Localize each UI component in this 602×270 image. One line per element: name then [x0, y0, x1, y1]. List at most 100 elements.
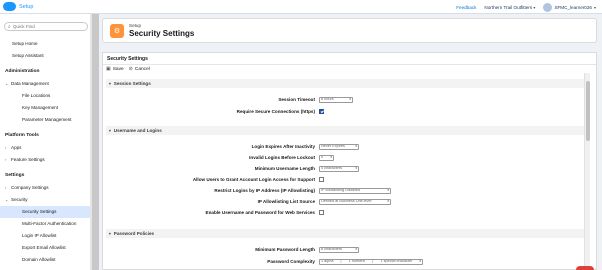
divider	[103, 64, 596, 65]
sidebar-item-label: Parameter Management	[22, 117, 72, 122]
chevron-down-icon: ▾	[387, 199, 389, 204]
sidebar-item-label: Export Email Allowlist	[22, 245, 66, 250]
select-value: 5	[321, 155, 324, 160]
field-restrict-logins: Restrict Logins by IP Address (IP Allowl…	[103, 187, 583, 196]
sidebar-header-settings: Settings	[0, 170, 92, 182]
select-value: 8 characters	[321, 247, 342, 252]
field-ip-source: IP Allowlisting List Source Defined at B…	[103, 198, 583, 207]
app-name: Setup	[19, 3, 34, 10]
sidebar-item-export-email-allowlist[interactable]: Export Email Allowlist	[0, 242, 92, 254]
field-label: Minimum Username Length	[254, 166, 315, 171]
sidebar-item-setup-assistant[interactable]: Setup Assistant	[0, 50, 92, 62]
select-value: Never Expires	[321, 144, 345, 149]
salesforce-cloud-logo[interactable]	[3, 2, 16, 11]
field-label: Minimum Password Length	[255, 247, 315, 252]
field-invalid-logins: Invalid Logins Before Lockout 5 ▾	[103, 154, 583, 163]
quick-find-box[interactable]: ⌕	[4, 22, 88, 31]
field-password-complexity: Password Complexity 1 alpha | 1 numeric …	[103, 258, 583, 267]
panel-divider	[92, 14, 99, 270]
sidebar-item-key-management[interactable]: Key Management	[0, 102, 92, 114]
login-expires-select[interactable]: Never Expires ▾	[319, 143, 359, 150]
scrollbar-thumb[interactable]	[586, 81, 590, 141]
field-label: Session Timeout	[278, 97, 315, 102]
section-username-logins[interactable]: ▼ Username and Logins	[106, 126, 584, 135]
password-complexity-select[interactable]: 1 alpha | 1 numeric | 1 special characte…	[319, 258, 423, 265]
sidebar-item-label: Domain Allowlist	[22, 257, 56, 262]
field-label: IP Allowlisting List Source	[257, 199, 315, 204]
sidebar-item-security-settings[interactable]: Security Settings	[0, 206, 92, 218]
section-title: Username and Logins	[113, 128, 162, 133]
allow-users-checkbox[interactable]	[319, 177, 324, 182]
sidebar-item-label: Platform Tools	[5, 133, 39, 138]
cancel-label: Cancel	[134, 66, 150, 72]
invalid-logins-select[interactable]: 5 ▾	[319, 154, 334, 161]
sidebar-item-label: Company Settings	[11, 185, 49, 190]
button-row: ▣ Save ⊘ Cancel	[106, 66, 150, 72]
sidebar-item-security[interactable]: ⌄ Security	[0, 194, 92, 206]
field-label: Enable Username and Password for Web Ser…	[205, 210, 315, 215]
chevron-down-icon: ▾	[355, 144, 357, 149]
sidebar-item-login-ip-allowlist[interactable]: Login IP Allowlist	[0, 230, 92, 242]
avatar	[543, 2, 553, 12]
field-login-expires: Login Expires After Inactivity Never Exp…	[103, 143, 583, 152]
enable-username-checkbox[interactable]	[319, 210, 324, 215]
page-title: Security Settings	[129, 29, 195, 38]
session-timeout-select[interactable]: 8 hours ▾	[319, 96, 353, 103]
sidebar-item-domain-allowlist[interactable]: Domain Allowlist	[0, 254, 92, 266]
section-password-policies[interactable]: ▼ Password Policies	[106, 229, 584, 238]
select-value: 8 hours	[321, 97, 334, 102]
sidebar-item-data-management[interactable]: ⌄ Data Management	[0, 78, 92, 90]
feedback-link[interactable]: Feedback	[456, 5, 476, 10]
sidebar-item-label: Apps	[11, 145, 22, 150]
save-button[interactable]: ▣ Save	[106, 66, 124, 72]
complexity-option: 1 alpha	[321, 259, 334, 264]
sidebar-header-administration: Administration	[0, 66, 92, 78]
sidebar-item-label: File Locations	[22, 93, 51, 98]
cancel-button[interactable]: ⊘ Cancel	[129, 66, 150, 72]
field-label: Restrict Logins by IP Address (IP Allowl…	[214, 188, 315, 193]
sidebar-item-company-settings[interactable]: › Company Settings	[0, 182, 92, 194]
chevron-down-icon: ▾	[355, 166, 357, 171]
require-secure-checkbox[interactable]	[319, 109, 324, 114]
sidebar-item-label: Settings	[5, 173, 25, 178]
content-scrollbar[interactable]	[584, 73, 590, 269]
field-require-secure: Require Secure Connections (https)	[103, 108, 583, 117]
min-username-select[interactable]: 4 characters ▾	[319, 165, 359, 172]
restrict-logins-select[interactable]: IP Allowlisting Disabled ▾	[319, 187, 391, 194]
sidebar-item-multi-factor-authentication[interactable]: Multi-Factor Authentication	[0, 218, 92, 230]
sidebar-item-parameter-management[interactable]: Parameter Management	[0, 114, 92, 126]
sidebar-item-label: Key Management	[22, 105, 59, 110]
sidebar-item-label: Multi-Factor Authentication	[22, 221, 77, 226]
select-value: 4 characters	[321, 166, 342, 171]
chevron-down-icon: ▾	[330, 155, 332, 160]
sidebar-item-label: Setup Assistant	[12, 53, 44, 58]
sidebar-item-file-locations[interactable]: File Locations	[0, 90, 92, 102]
panel-title: Security Settings	[107, 56, 148, 62]
security-settings-panel: Security Settings ▣ Save ⊘ Cancel ▼ Session…	[102, 52, 597, 270]
sidebar-item-label: Setup Home	[12, 41, 38, 46]
cancel-icon: ⊘	[128, 66, 133, 72]
user-menu[interactable]: SFMC_learner026 ▾	[543, 2, 596, 12]
org-switcher[interactable]: Northern Trail Outfitters ▾	[484, 5, 535, 10]
chevron-down-icon: ▾	[355, 247, 357, 252]
chevron-down-icon: ▾	[349, 97, 351, 102]
sidebar-item-label: Data Management	[11, 81, 49, 86]
sidebar-item-feature-settings[interactable]: › Feature Settings	[0, 154, 92, 166]
chevron-down-icon: ▾	[387, 188, 389, 193]
min-password-select[interactable]: 8 characters ▾	[319, 246, 359, 253]
org-name: Northern Trail Outfitters	[484, 4, 533, 10]
sidebar-item-label: Login IP Allowlist	[22, 233, 57, 238]
sidebar-item-setup-home[interactable]: Setup Home	[0, 38, 92, 50]
setup-sidebar: ⌕ Setup Home Setup Assistant Administrat…	[0, 14, 92, 270]
section-session-settings[interactable]: ▼ Session Settings	[106, 79, 584, 88]
save-label: Save	[112, 66, 124, 72]
field-label: Allow Users to Grant Account Login Acces…	[192, 177, 315, 182]
sidebar-header-platform-tools: Platform Tools	[0, 130, 92, 142]
collapse-arrow-icon: ▼	[108, 82, 112, 86]
sidebar-item-label: Security	[11, 197, 28, 202]
section-title: Password Policies	[113, 231, 155, 236]
ip-source-select[interactable]: Defined at Business Unit level ▾	[319, 198, 391, 205]
quick-find-input[interactable]	[12, 24, 83, 29]
field-min-username: Minimum Username Length 4 characters ▾	[103, 165, 583, 174]
sidebar-item-apps[interactable]: › Apps	[0, 142, 92, 154]
